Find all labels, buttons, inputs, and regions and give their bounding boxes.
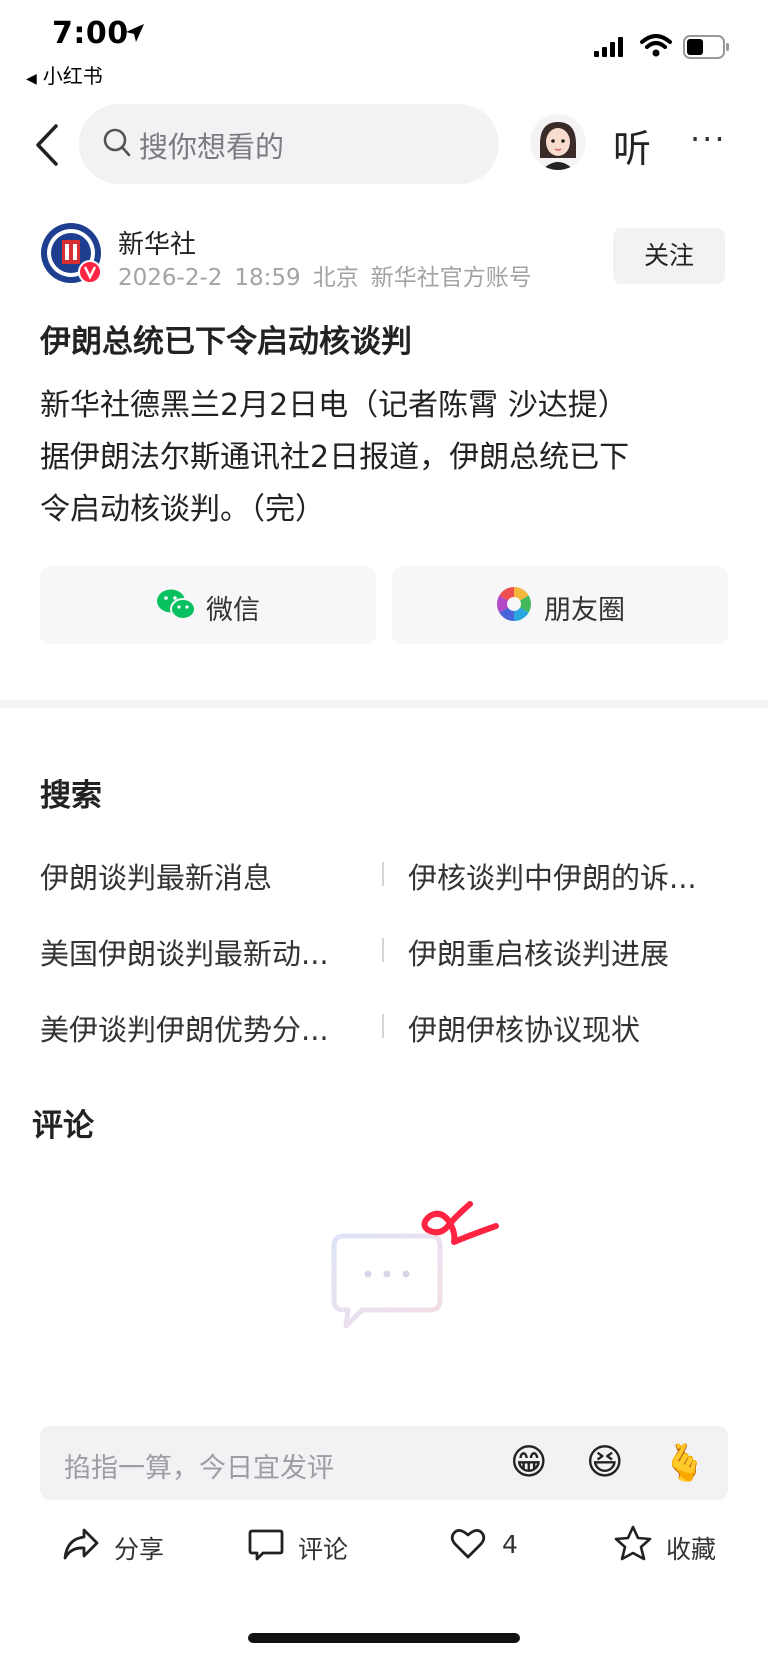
post-location: 北京	[312, 265, 359, 291]
collect-action-label: 收藏	[666, 1535, 717, 1564]
suggestion-separator	[382, 862, 384, 886]
share-wechat-button[interactable]: 微信	[40, 566, 376, 644]
author-header: 新华社 2026-2-2 18:59 北京 新华社官方账号 关注	[0, 220, 768, 292]
comment-action-button[interactable]: 评论	[248, 1520, 358, 1570]
listen-button[interactable]: 听	[613, 118, 651, 173]
search-icon	[103, 128, 131, 157]
status-time: 7:00	[52, 16, 129, 51]
star-icon	[614, 1525, 652, 1561]
article-line: 新华社德黑兰2月2日电（记者陈霄 沙达提）	[40, 388, 628, 423]
search-suggestion[interactable]: 伊朗谈判最新消息	[40, 855, 272, 897]
like-count: 4	[502, 1530, 518, 1559]
like-action-button[interactable]: 4	[450, 1520, 540, 1570]
moments-icon	[497, 587, 531, 621]
post-meta: 2026-2-2 18:59 北京 新华社官方账号	[118, 258, 544, 292]
share-moments-button[interactable]: 朋友圈	[392, 566, 728, 644]
account-type: 新华社官方账号	[370, 265, 532, 291]
comment-icon	[248, 1529, 284, 1561]
comments-heading: 评论	[32, 1108, 94, 1144]
search-suggestion[interactable]: 伊核谈判中伊朗的诉...	[408, 855, 697, 897]
comment-input[interactable]: 掐指一算，今日宜发评 😁 😆 🫰	[40, 1426, 728, 1500]
collect-action-button[interactable]: 收藏	[614, 1520, 734, 1570]
battery-icon	[683, 35, 729, 59]
article-body: 新华社德黑兰2月2日电（记者陈霄 沙达提） 据伊朗法尔斯通讯社2日报道，伊朗总统…	[40, 380, 730, 536]
comment-input-placeholder: 掐指一算，今日宜发评	[64, 1453, 334, 1484]
follow-button[interactable]: 关注	[613, 228, 725, 284]
share-icon	[63, 1528, 99, 1560]
search-input[interactable]: 搜你想看的	[79, 104, 499, 184]
share-action-button[interactable]: 分享	[62, 1520, 172, 1570]
search-section-heading: 搜索	[40, 778, 102, 814]
laugh-emoji-button[interactable]: 😆	[586, 1442, 624, 1483]
search-suggestion[interactable]: 美伊谈判伊朗优势分...	[40, 1007, 329, 1049]
share-wechat-label: 微信	[206, 595, 260, 626]
search-suggestion[interactable]: 伊朗重启核谈判进展	[408, 931, 669, 973]
share-action-label: 分享	[114, 1535, 165, 1564]
article-title: 伊朗总统已下令启动核谈判	[40, 324, 412, 360]
status-bar: 7:00 ◀ 小红书	[0, 0, 768, 90]
home-indicator[interactable]	[248, 1633, 520, 1643]
share-moments-label: 朋友圈	[544, 595, 625, 626]
suggestion-separator	[382, 938, 384, 962]
wechat-icon	[157, 589, 196, 620]
post-date: 2026-2-2	[118, 265, 223, 291]
back-to-app-link[interactable]: ◀ 小红书	[26, 60, 103, 89]
location-arrow-icon	[126, 24, 144, 42]
section-divider	[0, 700, 768, 708]
article-line: 据伊朗法尔斯通讯社2日报道，伊朗总统已下	[40, 440, 630, 475]
top-nav-bar: 搜你想看的 听 ···	[0, 100, 768, 190]
suggestion-separator	[382, 1014, 384, 1038]
back-arrow-icon[interactable]	[30, 120, 70, 170]
xinhua-logo[interactable]	[40, 222, 102, 284]
search-suggestion[interactable]: 美国伊朗谈判最新动...	[40, 931, 329, 973]
user-avatar[interactable]	[530, 114, 586, 170]
article-line: 令启动核谈判。（完）	[40, 492, 325, 527]
finger-heart-emoji-button[interactable]: 🫰	[662, 1442, 707, 1484]
bottom-action-bar: 分享 评论 4 收藏	[0, 1520, 768, 1580]
author-name[interactable]: 新华社	[118, 224, 196, 261]
grin-emoji-button[interactable]: 😁	[510, 1442, 548, 1483]
heart-icon	[450, 1529, 486, 1559]
comment-action-label: 评论	[298, 1535, 349, 1564]
cellular-signal-icon	[594, 37, 623, 57]
wifi-icon	[640, 34, 672, 57]
back-triangle-icon: ◀	[26, 71, 37, 87]
back-app-label: 小红书	[42, 64, 103, 88]
search-placeholder: 搜你想看的	[139, 130, 285, 164]
search-suggestion[interactable]: 伊朗伊核协议现状	[408, 1007, 640, 1049]
more-options-button[interactable]: ···	[690, 120, 727, 158]
post-time: 18:59	[234, 265, 301, 291]
empty-comments-illustration	[331, 1201, 499, 1329]
